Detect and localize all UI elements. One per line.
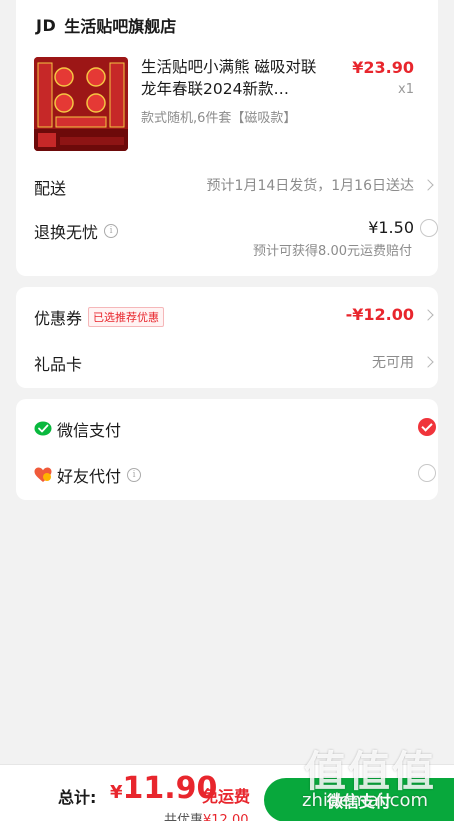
payment-friend-label: 好友代付	[57, 467, 122, 486]
coupon-row-label: 优惠券 已选推荐优惠	[34, 305, 165, 329]
chevron-right-icon	[422, 356, 434, 368]
saved-amount: ¥12.00	[203, 813, 249, 821]
info-icon[interactable]: i	[127, 468, 142, 482]
payment-wechat-row[interactable]	[418, 418, 436, 436]
shop-header[interactable]: JD 生活贴吧旗舰店	[36, 13, 176, 37]
checkout-bar: 总计: ¥11.90 免运费 共优惠¥12.00 微信支付	[0, 764, 454, 821]
giftcard-row[interactable]: 无可用	[372, 352, 434, 372]
friend-pay-heart-icon	[34, 467, 52, 482]
shop-name: 生活贴吧旗舰店	[64, 17, 177, 36]
chevron-right-icon	[422, 179, 434, 191]
product-image[interactable]	[34, 57, 128, 151]
total-label: 总计:	[58, 788, 97, 807]
wechat-pay-button[interactable]: 微信支付	[264, 778, 454, 821]
returns-radio[interactable]	[420, 218, 438, 237]
coupon-label: 优惠券	[34, 309, 83, 328]
payment-wechat-label-row[interactable]: 微信支付	[34, 417, 121, 441]
giftcard-label: 礼品卡	[34, 355, 83, 374]
payment-wechat-radio[interactable]	[418, 418, 436, 436]
payment-friend-radio[interactable]	[418, 464, 436, 482]
payment-wechat-label: 微信支付	[57, 421, 122, 440]
coupon-row[interactable]: -¥12.00	[345, 305, 434, 324]
payment-friend-row[interactable]	[418, 464, 436, 482]
coupon-tag: 已选推荐优惠	[88, 307, 165, 327]
product-title[interactable]: 生活贴吧小满熊 磁吸对联龙年春联2024新款…	[141, 56, 331, 100]
saved-prefix: 共优惠	[164, 813, 204, 821]
coupon-value: -¥12.00	[345, 305, 414, 324]
delivery-label: 配送	[34, 179, 67, 198]
jd-logo: JD	[36, 15, 57, 35]
returns-label: 退换无忧	[34, 223, 99, 242]
returns-row-label: 退换无忧 i	[34, 219, 119, 243]
product-quantity: x1	[398, 82, 414, 97]
delivery-row[interactable]: 预计1月14日发货，1月16日送达	[206, 175, 434, 195]
saved-amount-line: 共优惠¥12.00	[164, 809, 249, 821]
delivery-estimate: 预计1月14日发货，1月16日送达	[206, 178, 414, 194]
product-spec: 款式随机,6件套【磁吸款】	[141, 111, 297, 126]
returns-note: 预计可获得8.00元运费赔付	[253, 244, 412, 259]
total-currency: ¥	[110, 782, 123, 803]
chevron-right-icon	[422, 308, 434, 321]
payment-friend-label-row[interactable]: 好友代付 i	[34, 463, 142, 487]
returns-row[interactable]: ¥1.50	[368, 218, 438, 237]
returns-price: ¥1.50	[368, 218, 414, 237]
free-shipping-label: 免运费	[202, 787, 251, 806]
giftcard-value: 无可用	[372, 355, 414, 371]
product-price: ¥23.90	[352, 58, 414, 77]
info-icon[interactable]: i	[104, 224, 119, 238]
wechat-pay-icon	[34, 421, 52, 436]
product-artwork-icon	[34, 57, 128, 151]
